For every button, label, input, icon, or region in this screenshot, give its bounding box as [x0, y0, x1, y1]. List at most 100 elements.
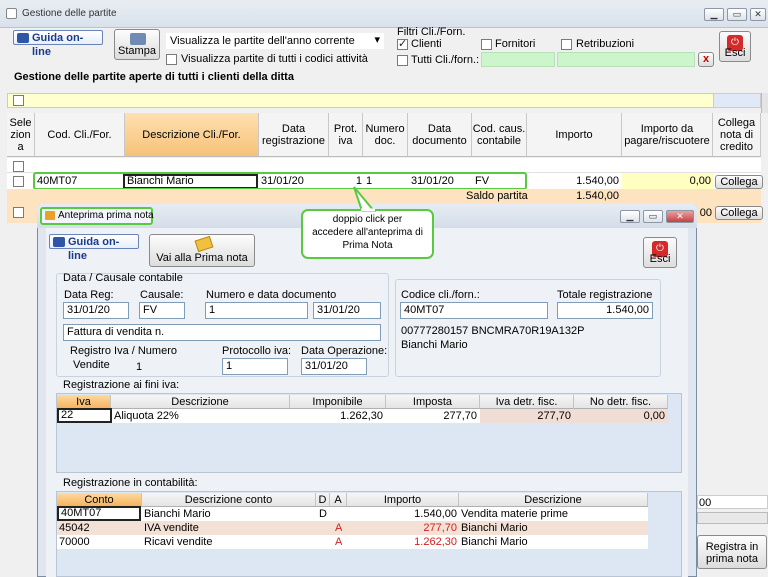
- data-reg-field[interactable]: 31/01/20: [63, 302, 129, 319]
- guida-label: Guida on-line: [32, 32, 84, 58]
- close-button[interactable]: ✕: [750, 8, 766, 21]
- section-causale-label: Data / Causale contabile: [63, 272, 183, 284]
- maximize-button[interactable]: ▭: [727, 8, 747, 21]
- callout-pointer: [353, 186, 377, 212]
- main-esci-button[interactable]: ⏻ Esci: [719, 31, 751, 62]
- page-heading: Gestione delle partite aperte di tutti i…: [14, 71, 294, 83]
- stampa-label: Stampa: [118, 45, 156, 57]
- num-doc-field[interactable]: 1: [205, 302, 308, 319]
- preview-guida-button[interactable]: Guida on-line: [49, 234, 139, 262]
- callout-text: doppio click per accedere all'anteprima …: [312, 214, 423, 251]
- preview-close[interactable]: ✕: [666, 210, 694, 223]
- filter-row: [7, 93, 761, 108]
- guida-online-button[interactable]: Guida on-line: [13, 30, 103, 58]
- col-desc[interactable]: Descrizione Cli./For.: [125, 113, 259, 157]
- descrizione-field[interactable]: Fattura di vendita n.: [63, 324, 381, 341]
- iva-col-detr[interactable]: Iva detr. fisc.: [480, 395, 574, 409]
- col-code[interactable]: Cod. Cli./For.: [35, 113, 125, 157]
- select-all-checkbox[interactable]: [13, 95, 24, 106]
- iva-col-desc[interactable]: Descrizione: [111, 395, 290, 409]
- collega-button-2[interactable]: Collega: [715, 206, 763, 220]
- app-icon: [6, 8, 17, 19]
- cont-row-3-descr: Bianchi Mario: [461, 536, 528, 548]
- codice-fiscale: 00777280157 BNCMRA70R19A132P: [401, 325, 585, 337]
- cont-col-conto[interactable]: Conto: [57, 493, 142, 507]
- preview-minimize[interactable]: ▁: [620, 210, 640, 223]
- preview-maximize[interactable]: ▭: [643, 210, 663, 223]
- cont-row-2-descr: Bianchi Mario: [461, 522, 528, 534]
- row-highlight: [33, 172, 527, 190]
- preview-esci-button[interactable]: ⏻ Esci: [643, 237, 677, 268]
- stampa-button[interactable]: Stampa: [114, 29, 160, 60]
- cont-col-a[interactable]: A: [330, 493, 347, 507]
- causale-field[interactable]: FV: [139, 302, 185, 319]
- vai-prima-nota-button[interactable]: Vai alla Prima nota: [149, 234, 255, 267]
- row2-checkbox[interactable]: [13, 207, 24, 218]
- cont-row-2-a: A: [335, 522, 343, 534]
- col-date[interactable]: Data registrazione: [259, 113, 329, 157]
- cont-row-2-importo: 277,70: [423, 522, 457, 534]
- col-num[interactable]: Numero doc.: [363, 113, 408, 157]
- protocollo-field[interactable]: 1: [222, 358, 288, 375]
- col-da-pagare[interactable]: Importo da pagare/riscuotere: [622, 113, 713, 157]
- cont-row-1-desc: Bianchi Mario: [144, 508, 211, 520]
- dropdown-arrow-icon: ▾: [374, 34, 380, 46]
- data-op-field[interactable]: 31/01/20: [301, 358, 367, 375]
- col-ddoc[interactable]: Data documento: [408, 113, 472, 157]
- cont-col-importo[interactable]: Importo: [347, 493, 459, 507]
- num-doc-label: Numero e data documento: [206, 289, 337, 301]
- totale-field[interactable]: 1.540,00: [557, 302, 653, 319]
- totale-label: Totale registrazione: [557, 289, 653, 301]
- row-empty-checkbox[interactable]: [13, 161, 24, 172]
- registra-button[interactable]: Registra in prima nota: [697, 535, 767, 569]
- year-select[interactable]: Visualizza le partite dell'anno corrente…: [166, 33, 384, 49]
- minimize-button[interactable]: ▁: [704, 8, 724, 21]
- col-prot[interactable]: Prot. iva: [329, 113, 363, 157]
- iva-col-imposta[interactable]: Imposta: [386, 395, 480, 409]
- esci-label: Esci: [724, 47, 746, 59]
- year-select-value: Visualizza le partite dell'anno corrente: [170, 35, 355, 47]
- codice-field[interactable]: 40MT07: [400, 302, 548, 319]
- cont-col-descrizione[interactable]: Descrizione: [459, 493, 648, 507]
- cont-row-3-importo: 1.262,30: [414, 536, 457, 548]
- cont-row-3-a: A: [335, 536, 343, 548]
- clienti-checkbox[interactable]: [397, 37, 408, 50]
- cont-row-2-desc: IVA vendite: [144, 522, 199, 534]
- iva-col-iva[interactable]: Iva: [57, 395, 111, 409]
- data-doc-field[interactable]: 31/01/20: [313, 302, 381, 319]
- cont-row-1-d: D: [319, 508, 327, 520]
- row-checkbox[interactable]: [13, 176, 24, 187]
- tutti-name-input[interactable]: [557, 52, 695, 67]
- horizontal-scrollbar[interactable]: [697, 512, 768, 524]
- data-reg-label: Data Reg:: [64, 289, 114, 301]
- iva-col-imponibile[interactable]: Imponibile: [290, 395, 386, 409]
- col-sel[interactable]: Sele zion a: [7, 113, 35, 157]
- tutti-code-input[interactable]: [481, 52, 555, 67]
- retribuzioni-checkbox[interactable]: [561, 39, 572, 50]
- cont-col-d[interactable]: D: [316, 493, 330, 507]
- codice-label: Codice cli./forn.:: [401, 289, 480, 301]
- col-collega[interactable]: Collega nota di credito: [713, 113, 761, 157]
- vertical-scrollbar[interactable]: [761, 93, 768, 113]
- table-row-empty[interactable]: [7, 158, 761, 173]
- window-titlebar: Gestione delle partite ▁ ▭ ✕: [0, 0, 768, 28]
- collega-button[interactable]: Collega: [715, 175, 763, 189]
- iva-row-code[interactable]: 22: [57, 408, 112, 423]
- registro-value: Vendite: [73, 359, 110, 371]
- tutti-checkbox[interactable]: [397, 55, 408, 66]
- preview-app-icon: [45, 211, 55, 220]
- clear-filter-button[interactable]: x: [698, 52, 714, 67]
- cont-col-desc[interactable]: Descrizione conto: [142, 493, 316, 507]
- cont-row-1-conto[interactable]: 40MT07: [57, 506, 141, 521]
- col-importo[interactable]: Importo: [527, 113, 622, 157]
- all-codes-checkbox[interactable]: [166, 54, 177, 65]
- iva-col-nodetr[interactable]: No detr. fisc.: [574, 395, 668, 409]
- data-op-label: Data Operazione:: [301, 345, 388, 357]
- iva-row-detr: 277,70: [537, 410, 571, 422]
- preview-help-icon: [53, 237, 65, 247]
- note-icon: [194, 235, 214, 253]
- cont-row-3-conto: 70000: [59, 536, 90, 548]
- col-caus[interactable]: Cod. caus. contabile: [472, 113, 527, 157]
- saldo-value: 1.540,00: [576, 190, 619, 202]
- fornitori-checkbox[interactable]: [481, 39, 492, 50]
